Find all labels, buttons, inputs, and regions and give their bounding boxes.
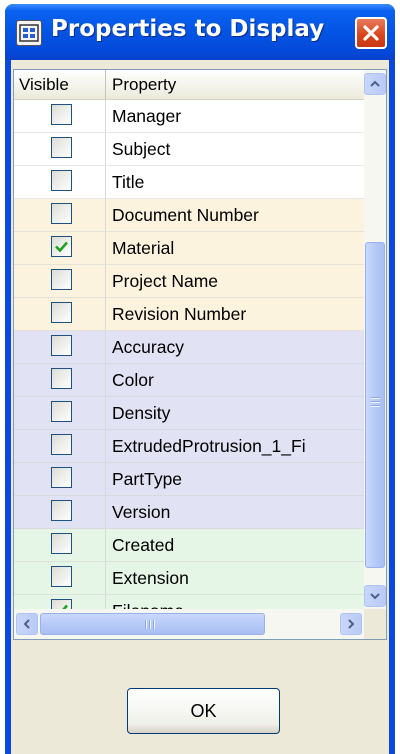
- close-icon: [363, 25, 379, 41]
- property-list[interactable]: Visible Property Manager Subject Title Docu…: [13, 69, 387, 640]
- vertical-scrollbar[interactable]: [364, 70, 386, 609]
- visible-cell: [14, 133, 106, 165]
- visible-checkbox[interactable]: [51, 236, 72, 257]
- property-label: Density: [112, 403, 171, 423]
- visible-cell: [14, 232, 106, 264]
- table-row[interactable]: Title: [14, 166, 364, 199]
- properties-dialog: Properties to Display Visible Property M…: [5, 4, 395, 754]
- table-row[interactable]: Density: [14, 397, 364, 430]
- property-label: Extension: [112, 568, 189, 588]
- visible-checkbox[interactable]: [51, 533, 72, 554]
- title-bar[interactable]: Properties to Display: [5, 4, 395, 60]
- visible-cell: [14, 430, 106, 462]
- visible-cell: [14, 298, 106, 330]
- scroll-down-button[interactable]: [364, 585, 386, 607]
- visible-checkbox[interactable]: [51, 269, 72, 290]
- visible-checkbox[interactable]: [51, 335, 72, 356]
- visible-checkbox[interactable]: [51, 302, 72, 323]
- visible-checkbox[interactable]: [51, 170, 72, 191]
- property-rows: Manager Subject Title Document Number Materi…: [14, 100, 364, 628]
- property-label: Created: [112, 535, 175, 555]
- table-row[interactable]: Version: [14, 496, 364, 529]
- vertical-scroll-thumb[interactable]: [365, 242, 385, 568]
- visible-checkbox[interactable]: [51, 137, 72, 158]
- close-button[interactable]: [355, 17, 387, 49]
- visible-cell: [14, 463, 106, 495]
- visible-cell: [14, 364, 106, 396]
- visible-checkbox[interactable]: [51, 434, 72, 455]
- property-label: Revision Number: [112, 304, 247, 324]
- column-header-property[interactable]: Property: [106, 70, 364, 99]
- chevron-right-icon: [348, 619, 355, 629]
- visible-cell: [14, 100, 106, 132]
- property-label: Version: [112, 502, 171, 522]
- visible-cell: [14, 331, 106, 363]
- ok-button[interactable]: OK: [127, 688, 280, 734]
- visible-cell: [14, 265, 106, 297]
- table-row[interactable]: Created: [14, 529, 364, 562]
- table-row[interactable]: Extension: [14, 562, 364, 595]
- horizontal-scrollbar[interactable]: [14, 609, 364, 639]
- property-label: Project Name: [112, 271, 219, 291]
- scroll-right-button[interactable]: [340, 613, 362, 635]
- visible-cell: [14, 166, 106, 198]
- list-header: Visible Property: [14, 70, 364, 100]
- checkmark-icon: [55, 241, 68, 253]
- visible-cell: [14, 199, 106, 231]
- column-header-visible[interactable]: Visible: [14, 70, 106, 99]
- window-title: Properties to Display: [51, 16, 325, 42]
- table-row[interactable]: PartType: [14, 463, 364, 496]
- property-label: Color: [112, 370, 154, 390]
- visible-checkbox[interactable]: [51, 401, 72, 422]
- property-label: Accuracy: [112, 337, 184, 357]
- table-row[interactable]: Document Number: [14, 199, 364, 232]
- scroll-up-button[interactable]: [364, 73, 386, 95]
- dialog-body: Visible Property Manager Subject Title Docu…: [11, 60, 389, 754]
- table-row[interactable]: Revision Number: [14, 298, 364, 331]
- property-label: Document Number: [112, 205, 259, 225]
- property-label: ExtrudedProtrusion_1_Fi: [112, 436, 306, 456]
- chevron-down-icon: [370, 593, 380, 600]
- table-row[interactable]: Accuracy: [14, 331, 364, 364]
- visible-checkbox[interactable]: [51, 467, 72, 488]
- scrollbar-corner: [364, 609, 386, 639]
- scroll-left-button[interactable]: [16, 613, 38, 635]
- visible-checkbox[interactable]: [51, 104, 72, 125]
- visible-checkbox[interactable]: [51, 500, 72, 521]
- property-label: PartType: [112, 469, 183, 489]
- table-row[interactable]: Material: [14, 232, 364, 265]
- horizontal-scroll-thumb[interactable]: [40, 613, 265, 635]
- property-label: Title: [112, 172, 145, 192]
- table-row[interactable]: Manager: [14, 100, 364, 133]
- visible-cell: [14, 397, 106, 429]
- properties-app-icon: [16, 20, 42, 46]
- property-label: Subject: [112, 139, 171, 159]
- visible-checkbox[interactable]: [51, 203, 72, 224]
- property-label: Material: [112, 238, 175, 258]
- visible-cell: [14, 529, 106, 561]
- visible-checkbox[interactable]: [51, 566, 72, 587]
- table-row[interactable]: Subject: [14, 133, 364, 166]
- property-label: Manager: [112, 106, 182, 126]
- visible-cell: [14, 562, 106, 594]
- visible-checkbox[interactable]: [51, 368, 72, 389]
- chevron-up-icon: [370, 80, 380, 87]
- chevron-left-icon: [23, 619, 30, 629]
- table-row[interactable]: ExtrudedProtrusion_1_Fi: [14, 430, 364, 463]
- table-row[interactable]: Project Name: [14, 265, 364, 298]
- table-row[interactable]: Color: [14, 364, 364, 397]
- visible-cell: [14, 496, 106, 528]
